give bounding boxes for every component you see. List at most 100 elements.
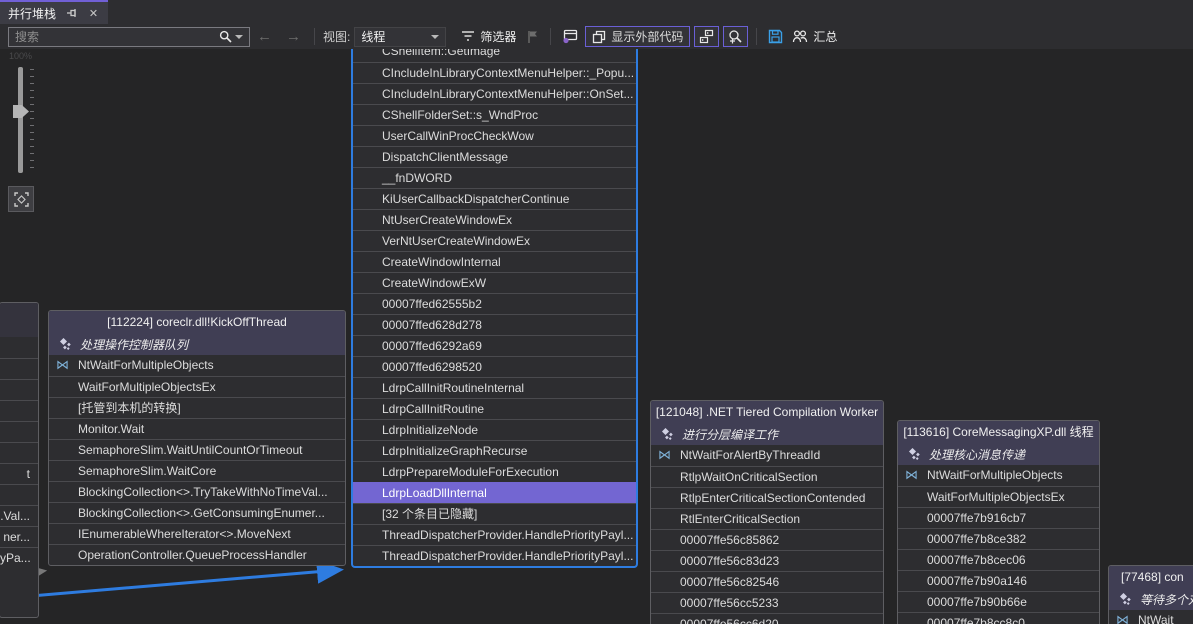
stack-frame[interactable] <box>0 358 38 379</box>
stack-frame[interactable] <box>0 421 38 442</box>
stack-frame[interactable]: NtUserCreateWindowEx <box>353 209 636 230</box>
stack-frame[interactable]: OperationController.QueueProcessHandler <box>49 544 345 565</box>
filter-label: 筛选器 <box>480 28 516 45</box>
stack-frame[interactable]: RtlpEnterCriticalSectionContended <box>651 487 883 508</box>
stack-frame-label: IEnumerableWhereIterator<>.MoveNext <box>78 527 291 541</box>
stack-frame[interactable] <box>0 337 38 358</box>
stack-frame-label: 00007ffe56cc5233 <box>680 596 779 610</box>
stack-frame[interactable]: 00007ffed628d278 <box>353 314 636 335</box>
close-icon[interactable]: ✕ <box>87 7 100 20</box>
search-icon[interactable] <box>213 30 249 43</box>
forward-button[interactable]: → <box>279 27 308 47</box>
stack-frame[interactable]: CreateWindowInternal <box>353 251 636 272</box>
stack-frame[interactable]: CIncludeInLibraryContextMenuHelper::OnSe… <box>353 83 636 104</box>
stack-frame[interactable]: .Val... <box>0 505 38 526</box>
stack-frame-label: NtUserCreateWindowEx <box>382 213 512 227</box>
view-dropdown[interactable]: 线程 <box>354 27 446 47</box>
stack-frame[interactable]: LdrpInitializeGraphRecurse <box>353 440 636 461</box>
stack-frame[interactable]: 00007ffe7b8cec06 <box>898 549 1099 570</box>
stack-frame[interactable]: 00007ffe7b90b66e <box>898 591 1099 612</box>
stack-frame[interactable]: DispatchClientMessage <box>353 146 636 167</box>
stack-frame[interactable]: 00007ffe7b916cb7 <box>898 507 1099 528</box>
stack-frame[interactable]: LdrpPrepareModuleForExecution <box>353 461 636 482</box>
stacks-canvas[interactable]: 100% t.Val...ner...yPa... [112224] corec… <box>0 49 1193 624</box>
stack-frame[interactable]: WaitForMultipleObjectsEx <box>898 486 1099 507</box>
stack-frame-label: OperationController.QueueProcessHandler <box>78 548 307 562</box>
stack-frame[interactable] <box>0 400 38 421</box>
stack-frame[interactable] <box>0 484 38 505</box>
stack-frame[interactable]: KiUserCallbackDispatcherContinue <box>353 188 636 209</box>
stack-frame[interactable]: 00007ffe56cc5233 <box>651 592 883 613</box>
stack-frame[interactable]: t <box>0 463 38 484</box>
stack-frame[interactable]: LdrpCallInitRoutine <box>353 398 636 419</box>
stack-frame[interactable]: ThreadDispatcherProvider.HandlePriorityP… <box>353 524 636 545</box>
tab-bar: 并行堆栈 ✕ <box>0 0 1193 24</box>
stack-frame[interactable]: CIncludeInLibraryContextMenuHelper::_Pop… <box>353 62 636 83</box>
stack-frame[interactable]: ThreadDispatcherProvider.HandlePriorityP… <box>353 545 636 566</box>
stack-frame[interactable]: LdrpInitializeNode <box>353 419 636 440</box>
stack-frame[interactable]: 00007ffe56c82546 <box>651 571 883 592</box>
stack-frame[interactable] <box>0 379 38 400</box>
stack-frame[interactable]: 00007ffed62555b2 <box>353 293 636 314</box>
stack-frame[interactable]: ⋈NtWait <box>1109 610 1193 624</box>
separator <box>314 28 315 45</box>
stack-frame[interactable]: ⋈NtWaitForMultipleObjects <box>898 465 1099 486</box>
stack-frame[interactable]: 00007ffe7b8ce382 <box>898 528 1099 549</box>
thread-wait-icon: ⋈ <box>658 445 671 465</box>
stack-frame[interactable]: ⋈NtWaitForMultipleObjects <box>49 355 345 376</box>
stack-frame[interactable]: ner... <box>0 526 38 547</box>
zoom-slider[interactable] <box>4 67 38 179</box>
autoscroll-frames-toggle[interactable] <box>694 26 719 47</box>
stack-frame[interactable]: RtlpWaitOnCriticalSection <box>651 466 883 487</box>
save-button[interactable] <box>763 29 788 44</box>
back-button[interactable]: ← <box>250 27 279 47</box>
stack-frame[interactable]: BlockingCollection<>.TryTakeWithNoTimeVa… <box>49 481 345 502</box>
stack-frame[interactable]: WaitForMultipleObjectsEx <box>49 376 345 397</box>
stack-frame[interactable]: CShellFolderSet::s_WndProc <box>353 104 636 125</box>
separator <box>756 28 757 45</box>
tab-parallel-stacks[interactable]: 并行堆栈 ✕ <box>0 0 108 24</box>
stack-frame[interactable]: 00007ffe56c83d23 <box>651 550 883 571</box>
zoom-to-fit-button[interactable] <box>8 186 34 212</box>
stack-frame[interactable]: CreateWindowExW <box>353 272 636 293</box>
stack-frame[interactable]: SemaphoreSlim.WaitCore <box>49 460 345 481</box>
stack-frame-label: RtlEnterCriticalSection <box>680 512 800 526</box>
activity-icon <box>1119 593 1133 606</box>
stack-frame[interactable]: ⋈NtWaitForAlertByThreadId <box>651 445 883 466</box>
stack-frame[interactable]: yPa... <box>0 547 38 568</box>
zoom-search-toggle[interactable] <box>723 26 748 47</box>
stack-frame[interactable]: IEnumerableWhereIterator<>.MoveNext <box>49 523 345 544</box>
stack-frame[interactable]: 00007ffed6292a69 <box>353 335 636 356</box>
method-view-button[interactable] <box>557 29 583 44</box>
stack-frame[interactable]: SemaphoreSlim.WaitUntilCountOrTimeout <box>49 439 345 460</box>
search-placeholder: 搜索 <box>9 28 213 45</box>
stack-frame[interactable]: Monitor.Wait <box>49 418 345 439</box>
stack-frame[interactable]: 00007ffe7b90a146 <box>898 570 1099 591</box>
show-external-code-toggle[interactable]: 显示外部代码 <box>585 26 690 47</box>
stack-frame-label: CIncludeInLibraryContextMenuHelper::_Pop… <box>382 66 634 80</box>
stack-frame[interactable]: [32 个条目已隐藏] <box>353 503 636 524</box>
stack-frame[interactable]: 00007ffed6298520 <box>353 356 636 377</box>
summary-button[interactable]: 汇总 <box>788 28 841 45</box>
stack-frame[interactable]: BlockingCollection<>.GetConsumingEnumer.… <box>49 502 345 523</box>
stack-frame[interactable]: CShellItem::GetImage <box>353 49 636 62</box>
stack-frame[interactable]: LdrpCallInitRoutineInternal <box>353 377 636 398</box>
stack-frame[interactable]: RtlEnterCriticalSection <box>651 508 883 529</box>
stack-frame[interactable]: 00007ffe56cc6d20 <box>651 613 883 624</box>
zoom-search-icon <box>728 29 743 44</box>
stack-frame[interactable]: 00007ffe56c85862 <box>651 529 883 550</box>
stack-frame[interactable]: 00007ffe7b8cc8c0 <box>898 612 1099 624</box>
search-input[interactable]: 搜索 <box>8 27 250 47</box>
stack-frame[interactable]: LdrpLoadDllInternal <box>353 482 636 503</box>
zoom-slider-thumb[interactable] <box>13 105 29 118</box>
stack-frame[interactable]: [托管到本机的转换] <box>49 397 345 418</box>
stack-frame[interactable] <box>0 442 38 463</box>
stack-frame-label: ner... <box>3 530 30 544</box>
pin-icon[interactable] <box>65 7 78 20</box>
stack-frame[interactable]: VerNtUserCreateWindowEx <box>353 230 636 251</box>
stack-frame[interactable]: UserCallWinProcCheckWow <box>353 125 636 146</box>
stack-frame[interactable]: __fnDWORD <box>353 167 636 188</box>
flag-button[interactable] <box>521 30 544 44</box>
filter-button[interactable]: 筛选器 <box>456 28 521 45</box>
zoom-slider-track[interactable] <box>18 67 23 173</box>
